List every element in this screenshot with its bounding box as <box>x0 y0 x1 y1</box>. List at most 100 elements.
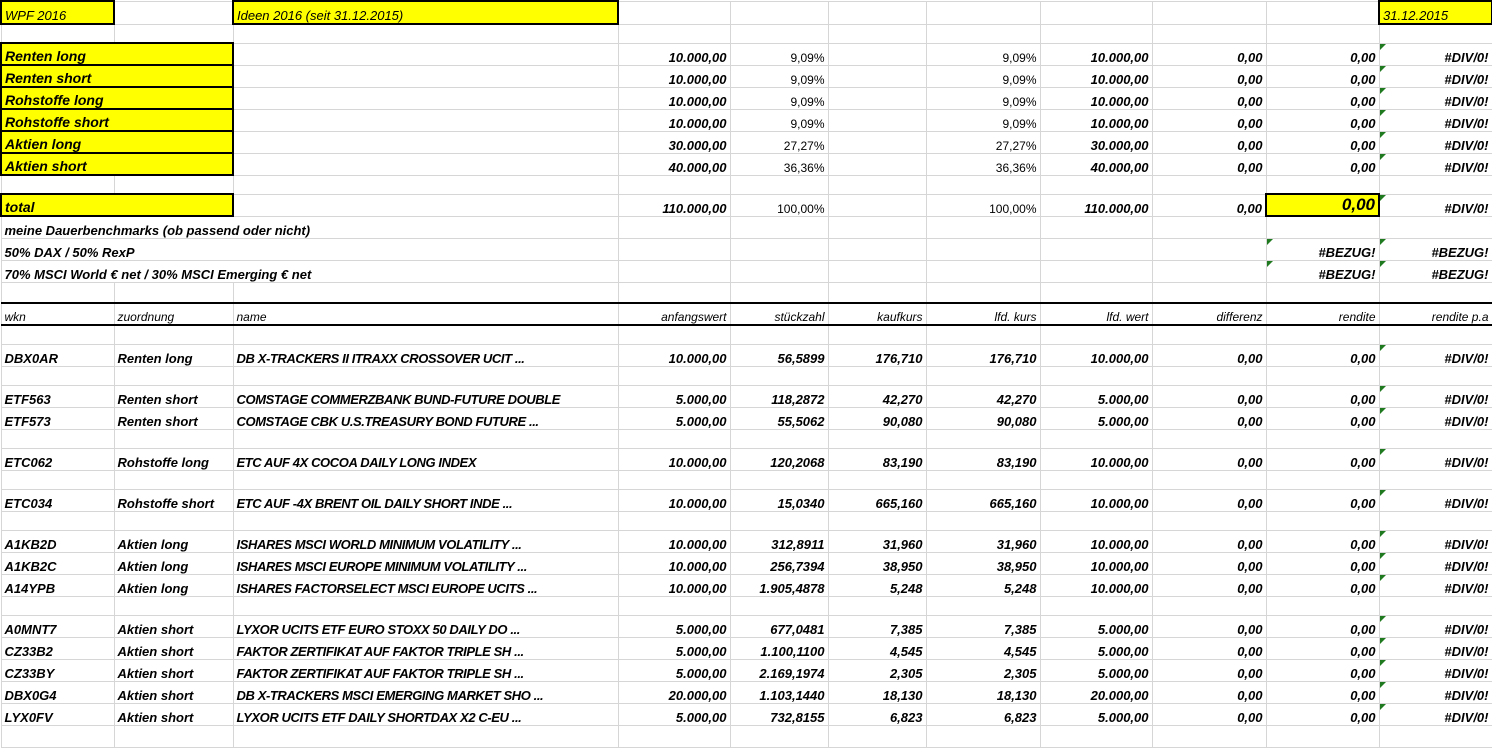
differenz-cell[interactable]: 0,00 <box>1151 108 1267 132</box>
cell[interactable] <box>729 237 829 261</box>
cell[interactable] <box>113 23 234 44</box>
zuordnung-cell[interactable]: Aktien short <box>113 680 234 704</box>
cell[interactable] <box>925 324 1041 345</box>
stueckzahl-cell[interactable]: 2.169,1974 <box>729 658 829 682</box>
benchmark-rendite-pa[interactable]: #BEZUG! <box>1378 237 1492 261</box>
lfd-wert-cell[interactable]: 20.000,00 <box>1039 680 1153 704</box>
stueckzahl-cell[interactable]: 312,8911 <box>729 529 829 553</box>
cell[interactable] <box>1151 469 1267 490</box>
lfd-wert-cell[interactable]: 10.000,00 <box>1039 573 1153 597</box>
anfangswert-cell[interactable]: 5.000,00 <box>617 406 731 430</box>
rendite-cell[interactable]: 0,00 <box>1265 529 1380 553</box>
anteil-cell[interactable]: 36,36% <box>729 152 829 176</box>
cell[interactable] <box>1039 469 1153 490</box>
category-label[interactable]: Rohstoffe short <box>0 108 234 132</box>
rendite-pa-cell[interactable]: #DIV/0! <box>1378 108 1492 132</box>
cell[interactable] <box>729 215 829 239</box>
lfd-wert-cell[interactable]: 5.000,00 <box>1039 636 1153 660</box>
cell[interactable] <box>0 281 115 304</box>
lfd-wert-cell[interactable]: 10.000,00 <box>1039 447 1153 471</box>
name-cell[interactable]: FAKTOR ZERTIFIKAT AUF FAKTOR TRIPLE SH .… <box>232 636 619 660</box>
rendite-pa-cell[interactable]: #DIV/0! <box>1378 680 1492 704</box>
zuordnung-cell[interactable]: Aktien long <box>113 551 234 575</box>
differenz-cell[interactable]: 0,00 <box>1151 152 1267 176</box>
lfd-kurs-cell[interactable]: 31,960 <box>925 529 1041 553</box>
cell[interactable] <box>1039 324 1153 345</box>
cell[interactable] <box>1039 365 1153 386</box>
anteil-lfd-cell[interactable]: 9,09% <box>925 64 1041 88</box>
cell[interactable] <box>232 365 619 386</box>
zuordnung-cell[interactable]: Aktien short <box>113 614 234 638</box>
benchmark-label[interactable]: 70% MSCI World € net / 30% MSCI Emerging… <box>0 259 619 283</box>
column-header[interactable]: anfangswert <box>617 302 731 326</box>
anteil-cell[interactable]: 9,09% <box>729 86 829 110</box>
lfd-wert-cell[interactable]: 10.000,00 <box>1039 42 1153 66</box>
wkn-cell[interactable]: DBX0AR <box>0 343 115 367</box>
anteil-lfd-cell[interactable]: 9,09% <box>925 86 1041 110</box>
wkn-cell[interactable]: CZ33BY <box>0 658 115 682</box>
rendite-cell[interactable]: 0,00 <box>1265 86 1380 110</box>
cell[interactable] <box>1039 215 1153 239</box>
zuordnung-cell[interactable]: Aktien long <box>113 573 234 597</box>
cell[interactable] <box>1039 510 1153 531</box>
cell[interactable] <box>617 23 731 44</box>
column-header[interactable]: zuordnung <box>113 302 234 326</box>
rendite-cell[interactable]: 0,00 <box>1265 447 1380 471</box>
lfd-kurs-cell[interactable]: 2,305 <box>925 658 1041 682</box>
lfd-wert-cell[interactable]: 10.000,00 <box>1039 488 1153 512</box>
benchmark-label[interactable]: 50% DAX / 50% RexP <box>0 237 619 261</box>
lfd-wert-cell[interactable]: 40.000,00 <box>1039 152 1153 176</box>
name-cell[interactable]: ETC AUF 4X COCOA DAILY LONG INDEX <box>232 447 619 471</box>
anteil-cell[interactable]: 9,09% <box>729 64 829 88</box>
name-cell[interactable]: ETC AUF -4X BRENT OIL DAILY SHORT INDE .… <box>232 488 619 512</box>
cell[interactable] <box>1039 23 1153 44</box>
name-cell[interactable]: ISHARES MSCI EUROPE MINIMUM VOLATILITY .… <box>232 551 619 575</box>
category-label[interactable]: Aktien short <box>0 152 234 176</box>
kaufkurs-cell[interactable]: 90,080 <box>827 406 927 430</box>
cell[interactable] <box>729 259 829 283</box>
cell[interactable] <box>0 23 115 44</box>
rendite-pa-cell[interactable]: #DIV/0! <box>1378 64 1492 88</box>
cell[interactable] <box>617 595 731 616</box>
name-cell[interactable]: ISHARES FACTORSELECT MSCI EUROPE UCITS .… <box>232 573 619 597</box>
wkn-cell[interactable]: ETC062 <box>0 447 115 471</box>
cell[interactable] <box>1151 365 1267 386</box>
cell[interactable] <box>232 108 619 132</box>
column-header[interactable]: lfd. wert <box>1039 302 1153 326</box>
rendite-pa-cell[interactable]: #DIV/0! <box>1378 406 1492 430</box>
anteil-lfd-cell[interactable]: 9,09% <box>925 42 1041 66</box>
lfd-kurs-cell[interactable]: 90,080 <box>925 406 1041 430</box>
stueckzahl-cell[interactable]: 118,2872 <box>729 384 829 408</box>
anfangswert-cell[interactable]: 10.000,00 <box>617 42 731 66</box>
cell[interactable] <box>1265 324 1380 345</box>
cell[interactable] <box>827 510 927 531</box>
name-cell[interactable]: DB X-TRACKERS MSCI EMERGING MARKET SHO .… <box>232 680 619 704</box>
cell[interactable] <box>232 86 619 110</box>
cell[interactable] <box>925 428 1041 449</box>
lfd-kurs-cell[interactable]: 83,190 <box>925 447 1041 471</box>
cell[interactable] <box>232 193 619 217</box>
cell[interactable] <box>232 23 619 44</box>
rendite-pa-cell[interactable]: #DIV/0! <box>1378 614 1492 638</box>
cell[interactable] <box>1265 595 1380 616</box>
rendite-cell[interactable]: 0,00 <box>1265 406 1380 430</box>
cell[interactable] <box>1378 281 1492 304</box>
name-cell[interactable]: ISHARES MSCI WORLD MINIMUM VOLATILITY ..… <box>232 529 619 553</box>
cell[interactable] <box>827 152 927 176</box>
cell[interactable] <box>1039 0 1153 25</box>
category-label[interactable]: Rohstoffe long <box>0 86 234 110</box>
rendite-pa-cell[interactable]: #DIV/0! <box>1378 551 1492 575</box>
zuordnung-cell[interactable]: Aktien short <box>113 702 234 726</box>
lfd-kurs-cell[interactable]: 4,545 <box>925 636 1041 660</box>
lfd-wert-cell[interactable]: 10.000,00 <box>1039 86 1153 110</box>
cell[interactable] <box>827 215 927 239</box>
cell[interactable] <box>1151 174 1267 195</box>
stueckzahl-cell[interactable]: 1.103,1440 <box>729 680 829 704</box>
rendite-cell[interactable]: 0,00 <box>1265 64 1380 88</box>
cell[interactable] <box>1039 428 1153 449</box>
cell[interactable] <box>827 23 927 44</box>
cell[interactable] <box>729 174 829 195</box>
cell[interactable] <box>0 174 115 195</box>
anteil-cell[interactable]: 9,09% <box>729 108 829 132</box>
cell[interactable] <box>232 130 619 154</box>
